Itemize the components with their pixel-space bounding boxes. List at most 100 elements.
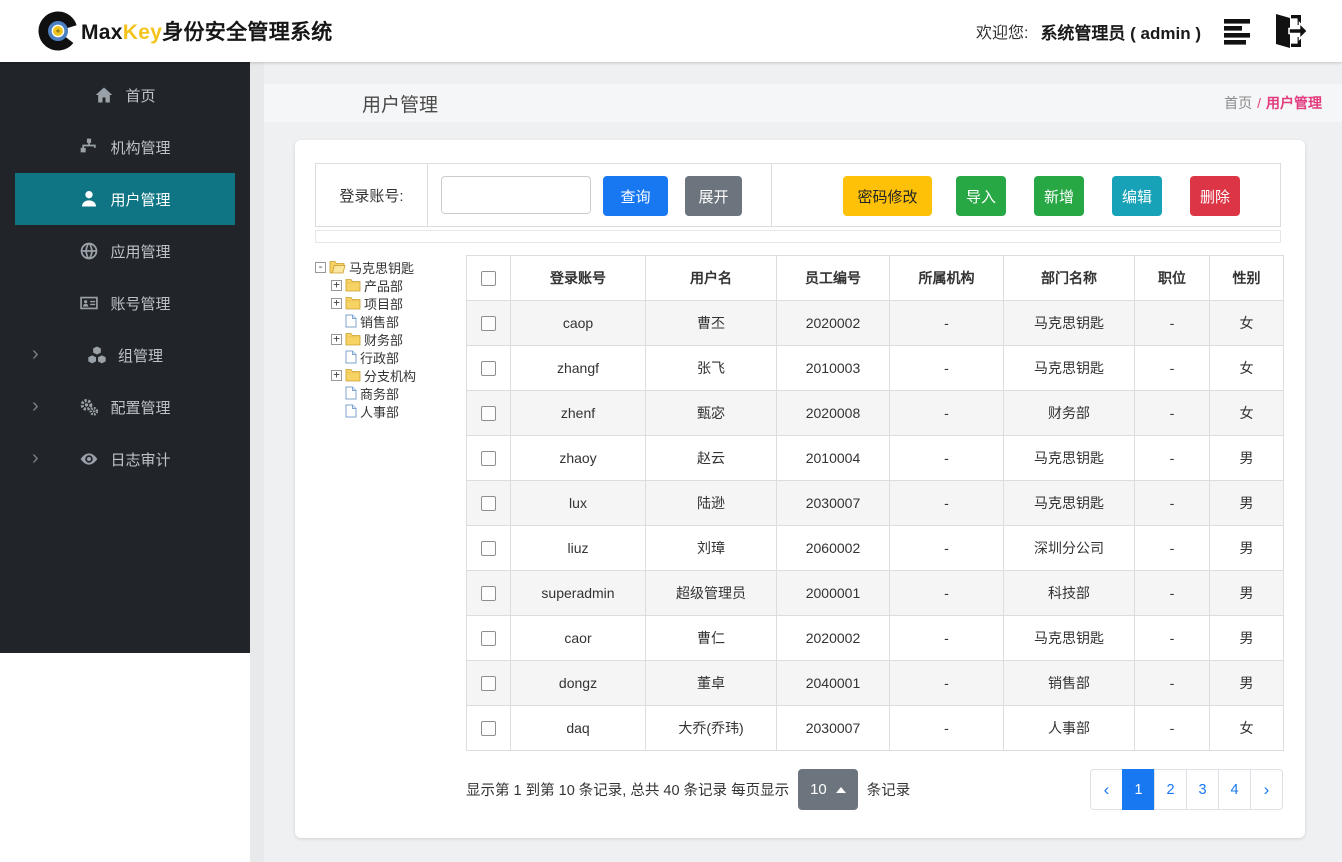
menu-list-icon[interactable] <box>1223 16 1256 46</box>
add-button[interactable]: 新增 <box>1034 176 1084 216</box>
tree-node[interactable]: + 分支机构 <box>315 366 465 384</box>
password-modify-button[interactable]: 密码修改 <box>843 176 932 216</box>
tree-node[interactable]: + 项目部 <box>315 294 465 312</box>
tree-node[interactable]: 销售部 <box>315 312 465 330</box>
table-cell: 赵云 <box>645 435 777 481</box>
tree-expand-icon[interactable]: + <box>331 279 342 291</box>
tree-collapse-icon[interactable]: - <box>315 261 326 273</box>
brand-title: MaxKey身份安全管理系统 <box>81 21 333 44</box>
login-account-input[interactable] <box>441 176 591 214</box>
gears-icon <box>79 397 99 417</box>
table-cell: 2040001 <box>776 660 890 706</box>
pagination-page-4[interactable]: 4 <box>1218 769 1251 810</box>
table-cell: - <box>889 705 1004 751</box>
maxkey-logo-icon <box>38 11 78 51</box>
row-checkbox[interactable] <box>481 451 496 467</box>
org-tree: - 马克思钥匙 + 产品部 + 项目部 销售部 + 财务部 行政部 + 分支机构商务部 人事部 <box>315 258 465 420</box>
table-row[interactable]: caop 曹丕 2020002- 马克思钥匙 - 女 <box>466 300 1284 346</box>
collapsed-search-panel <box>315 230 1281 243</box>
row-checkbox[interactable] <box>481 586 496 602</box>
table-cell: daq <box>510 705 646 751</box>
pagination-page-3[interactable]: 3 <box>1186 769 1219 810</box>
tree-node[interactable]: 行政部 <box>315 348 465 366</box>
table-cell: 女 <box>1209 300 1284 346</box>
id-card-icon <box>79 293 99 313</box>
tree-expand-icon[interactable]: + <box>331 297 342 309</box>
table-row[interactable]: liuz 刘璋 2060002- 深圳分公司 - 男 <box>466 525 1284 571</box>
cubes-icon <box>87 345 107 365</box>
eye-icon <box>79 449 99 469</box>
tree-node[interactable]: + 产品部 <box>315 276 465 294</box>
breadcrumb-home-link[interactable]: 首页 <box>1224 93 1252 113</box>
tree-node[interactable]: - 马克思钥匙 <box>315 258 465 276</box>
sidebar-item-app[interactable]: 应用管理 <box>0 225 250 277</box>
table-cell: 2020002 <box>776 615 890 661</box>
table-cell: caop <box>510 300 646 346</box>
table-cell: 2000001 <box>776 570 890 616</box>
select-all-checkbox[interactable] <box>481 271 496 287</box>
query-button[interactable]: 查询 <box>603 176 668 216</box>
table-cell: 2060002 <box>776 525 890 571</box>
page-size-dropdown[interactable]: 10 <box>798 769 858 810</box>
table-cell: - <box>889 615 1004 661</box>
table-row[interactable]: caor 曹仁 2020002- 马克思钥匙 - 男 <box>466 615 1284 661</box>
tree-node[interactable]: + 财务部 <box>315 330 465 348</box>
table-cell: - <box>889 390 1004 436</box>
table-cell: 男 <box>1209 570 1284 616</box>
pagination-prev[interactable]: ‹ <box>1090 769 1123 810</box>
import-button[interactable]: 导入 <box>956 176 1006 216</box>
table-row[interactable]: daq 大乔(乔玮) 2030007- 人事部 - 女 <box>466 705 1284 751</box>
sidebar-item-org[interactable]: 机构管理 <box>0 121 250 173</box>
pagination-next[interactable]: › <box>1250 769 1283 810</box>
table-row[interactable]: zhangf 张飞 2010003- 马克思钥匙 - 女 <box>466 345 1284 391</box>
table-cell: - <box>1134 345 1210 391</box>
table-cell: 甄宓 <box>645 390 777 436</box>
sidebar-item-home[interactable]: 首页 <box>0 69 250 121</box>
row-checkbox[interactable] <box>481 316 496 332</box>
breadcrumb: 首页 / 用户管理 <box>1224 93 1322 113</box>
table-row[interactable]: zhaoy 赵云 2010004- 马克思钥匙 - 男 <box>466 435 1284 481</box>
sidebar-item-user[interactable]: 用户管理 <box>15 173 235 225</box>
table-cell: 女 <box>1209 705 1284 751</box>
tree-node[interactable]: 商务部 <box>315 384 465 402</box>
pagination-page-1[interactable]: 1 <box>1122 769 1155 810</box>
table-row[interactable]: dongz 董卓 2040001- 销售部 - 男 <box>466 660 1284 706</box>
sidebar-item-audit[interactable]: › 日志审计 <box>0 433 250 485</box>
caret-up-icon <box>835 786 846 793</box>
table-row[interactable]: superadmin 超级管理员 2000001- 科技部 - 男 <box>466 570 1284 616</box>
folder-open-icon <box>329 260 346 274</box>
row-checkbox[interactable] <box>481 541 496 557</box>
row-checkbox[interactable] <box>481 496 496 512</box>
table-cell: 女 <box>1209 390 1284 436</box>
tree-expand-icon[interactable]: + <box>331 333 342 345</box>
sidebar-item-label: 组管理 <box>117 347 163 365</box>
sidebar-item-label: 用户管理 <box>110 191 171 209</box>
page-title: 用户管理 <box>362 94 439 116</box>
edit-button[interactable]: 编辑 <box>1112 176 1162 216</box>
breadcrumb-separator: / <box>1257 95 1261 111</box>
folder-icon <box>345 368 361 382</box>
file-icon <box>345 314 357 328</box>
table-row[interactable]: zhenf 甄宓 2020008- 财务部 - 女 <box>466 390 1284 436</box>
row-checkbox[interactable] <box>481 406 496 422</box>
tree-node[interactable]: 人事部 <box>315 402 465 420</box>
sidebar-item-group[interactable]: › 组管理 <box>0 329 250 381</box>
table-cell: 男 <box>1209 615 1284 661</box>
tree-node-label: 财务部 <box>364 332 404 348</box>
table-row[interactable]: lux 陆逊 2030007- 马克思钥匙 - 男 <box>466 480 1284 526</box>
logout-icon[interactable] <box>1268 12 1308 50</box>
row-checkbox[interactable] <box>481 721 496 737</box>
pagination-page-2[interactable]: 2 <box>1154 769 1187 810</box>
sidebar-item-label: 机构管理 <box>110 139 171 157</box>
tree-node-label: 商务部 <box>360 386 400 402</box>
expand-button[interactable]: 展开 <box>685 176 742 216</box>
chevron-right-icon: › <box>32 395 39 418</box>
table-cell: 曹仁 <box>645 615 777 661</box>
sidebar-item-config[interactable]: › 配置管理 <box>0 381 250 433</box>
row-checkbox[interactable] <box>481 361 496 377</box>
row-checkbox[interactable] <box>481 631 496 647</box>
delete-button[interactable]: 删除 <box>1190 176 1240 216</box>
row-checkbox[interactable] <box>481 676 496 692</box>
tree-expand-icon[interactable]: + <box>331 369 342 381</box>
sidebar-item-account[interactable]: 账号管理 <box>0 277 250 329</box>
